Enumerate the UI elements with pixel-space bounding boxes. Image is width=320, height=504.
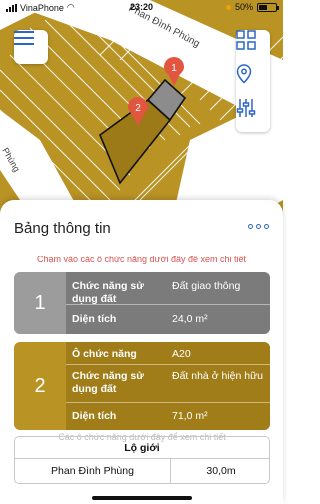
parcel-card-2[interactable]: 2 Ô chức năng A20 Chức năng sử dụng đất … xyxy=(14,342,270,430)
function-value: Đất giao thông xyxy=(172,280,241,292)
lo-gioi-width: 30,0m xyxy=(206,465,236,477)
area-label: Diện tích xyxy=(72,313,117,325)
recording-dot-icon xyxy=(225,4,231,10)
parcel-number: 2 xyxy=(34,374,46,397)
more-button[interactable] xyxy=(248,224,269,229)
location-button[interactable] xyxy=(236,64,270,98)
svg-text:1: 1 xyxy=(171,63,177,74)
lo-gioi-street: Phan Đình Phùng xyxy=(15,459,171,483)
hamburger-menu-icon xyxy=(14,31,34,45)
home-indicator xyxy=(92,496,192,500)
lo-gioi-header: Lộ giới xyxy=(15,437,269,459)
battery-percent: 50% xyxy=(234,2,253,12)
sliders-icon xyxy=(236,99,256,117)
info-sheet: Bảng thông tin Chạm vào các ô chức năng … xyxy=(0,200,283,504)
map-tools-panel xyxy=(236,30,270,132)
function-label: Chức năng sử dụng đất xyxy=(72,280,144,305)
area-value: 24,0 m² xyxy=(172,313,208,325)
more-dots-icon xyxy=(248,224,253,229)
menu-button[interactable] xyxy=(14,30,48,64)
filters-button[interactable] xyxy=(236,98,270,132)
layers-button[interactable] xyxy=(236,30,270,64)
grid-icon xyxy=(236,30,256,50)
location-pin-icon xyxy=(236,64,252,84)
function-value: Đất nhà ở hiện hữu xyxy=(172,370,263,382)
sheet-title: Bảng thông tin xyxy=(14,220,111,237)
area-value: 71,0 m² xyxy=(172,410,208,422)
cell-value: A20 xyxy=(172,348,191,360)
parcel-number: 1 xyxy=(34,291,46,314)
area-label: Diện tích xyxy=(72,410,117,422)
status-right: 50% xyxy=(225,2,279,12)
svg-text:2: 2 xyxy=(135,103,141,114)
map-view[interactable]: Phan Đình Phùng Phùng 1 2 VinaPhone ◠ 23… xyxy=(0,0,283,230)
function-label: Chức năng sử dụng đất xyxy=(72,370,144,395)
battery-icon xyxy=(257,2,279,12)
cell-label: Ô chức năng xyxy=(72,348,137,360)
parcel-card-1[interactable]: 1 Chức năng sử dụng đất Đất giao thông D… xyxy=(14,272,270,334)
lo-gioi-table: Lộ giới Phan Đình Phùng 30,0m xyxy=(14,436,270,484)
status-bar: VinaPhone ◠ 23:20 50% xyxy=(0,0,283,16)
